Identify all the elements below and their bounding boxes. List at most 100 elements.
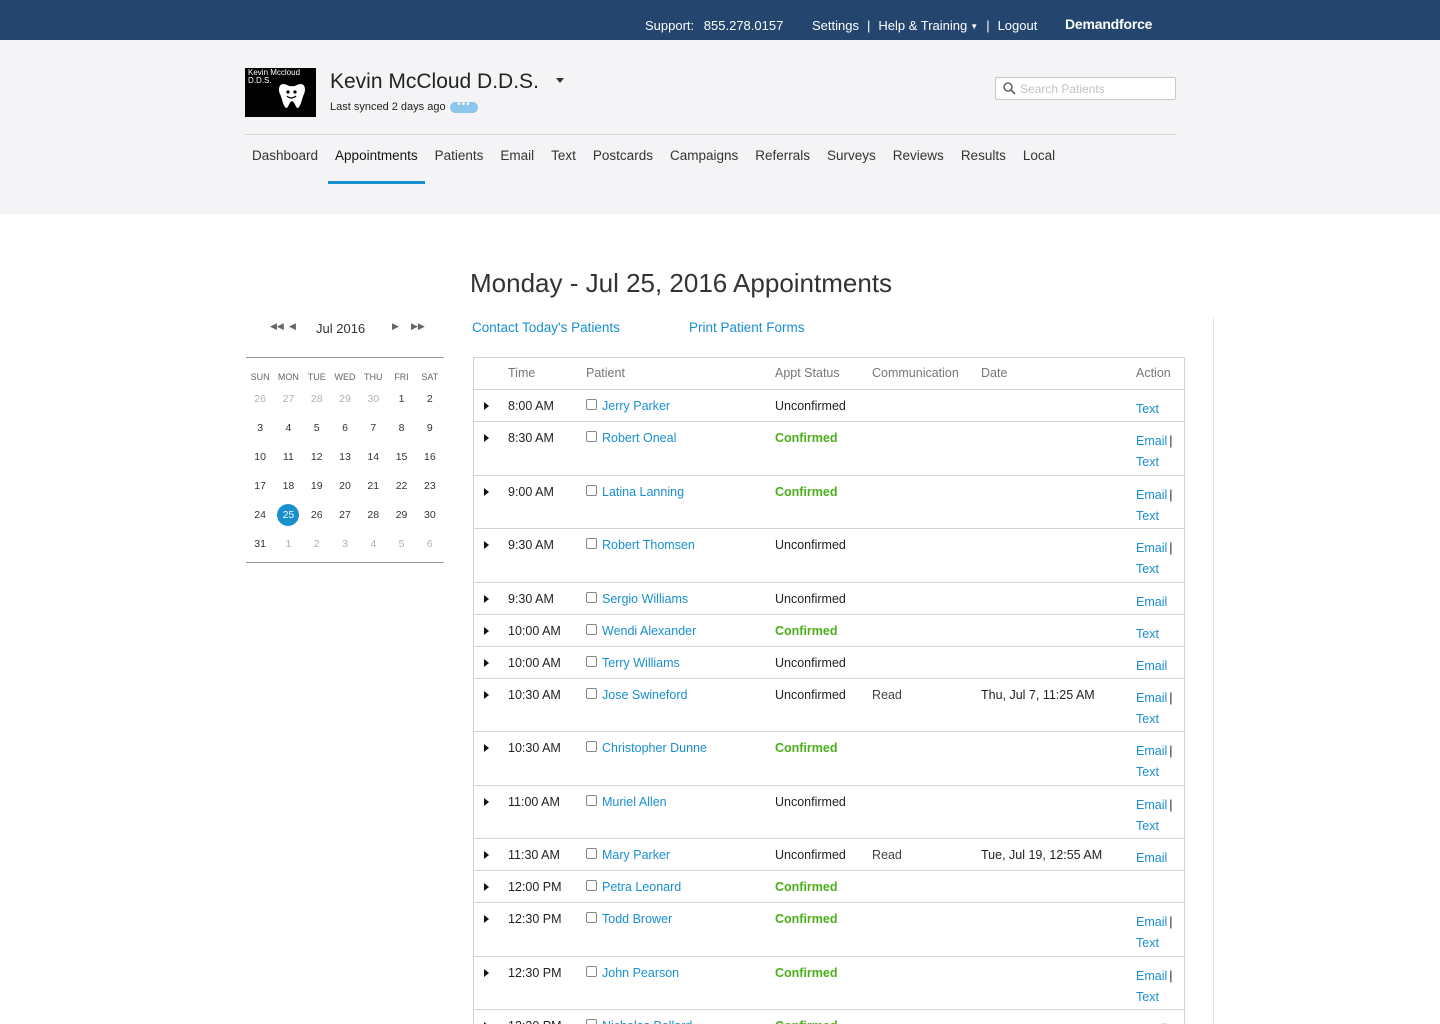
patient-checkbox[interactable] (586, 912, 597, 923)
calendar-day[interactable]: 23 (416, 480, 444, 492)
patient-checkbox[interactable] (586, 484, 597, 496)
text-action-link[interactable]: Text (1136, 455, 1159, 469)
calendar-day-selected[interactable]: 25 (274, 503, 302, 526)
column-header-status[interactable]: Appt Status (775, 366, 840, 380)
patient-name-link[interactable]: Jerry Parker (602, 399, 670, 413)
print-patient-forms-link[interactable]: Print Patient Forms (689, 320, 805, 335)
column-header-date[interactable]: Date (981, 366, 1007, 380)
calendar-day[interactable]: 6 (416, 538, 444, 550)
text-action-link[interactable]: Text (1136, 819, 1159, 833)
practice-name[interactable]: Kevin McCloud D.D.S. (330, 70, 539, 94)
patient-name-link[interactable]: Nicholas Pollard (602, 1019, 692, 1024)
nav-local[interactable]: Local (1016, 148, 1062, 184)
calendar-day[interactable]: 29 (387, 509, 415, 521)
email-action-link[interactable]: Email (1136, 659, 1167, 673)
calendar-day[interactable]: 20 (331, 480, 359, 492)
column-header-time[interactable]: Time (508, 366, 535, 380)
calendar-day[interactable]: 28 (359, 509, 387, 521)
calendar-day[interactable]: 27 (274, 393, 302, 405)
calendar-day[interactable]: 12 (303, 451, 331, 463)
expand-row-icon[interactable] (484, 744, 489, 752)
nav-results[interactable]: Results (954, 148, 1013, 184)
calendar-day[interactable]: 18 (274, 480, 302, 492)
calendar-day[interactable]: 8 (387, 422, 415, 434)
email-action-link[interactable]: Email (1136, 595, 1167, 609)
calendar-day[interactable]: 3 (246, 422, 274, 434)
patient-search[interactable] (995, 77, 1176, 100)
patient-name-link[interactable]: Jose Swineford (602, 688, 687, 702)
expand-row-icon[interactable] (484, 690, 489, 699)
column-header-patient[interactable]: Patient (586, 366, 625, 380)
chevron-down-icon[interactable] (556, 78, 564, 83)
brand-logo[interactable]: Demandforce (1065, 16, 1152, 32)
calendar-day[interactable]: 27 (331, 509, 359, 521)
nav-email[interactable]: Email (493, 148, 541, 184)
text-action-link[interactable]: Text (1136, 509, 1159, 523)
patient-checkbox[interactable] (586, 623, 597, 635)
calendar-day[interactable]: 4 (274, 422, 302, 434)
contact-todays-patients-link[interactable]: Contact Today's Patients (472, 320, 620, 335)
calendar-day[interactable]: 22 (387, 480, 415, 492)
expand-row-icon[interactable] (484, 968, 489, 977)
patient-checkbox[interactable] (586, 687, 597, 699)
text-action-link[interactable]: Text (1136, 712, 1159, 726)
patient-checkbox[interactable] (586, 431, 597, 442)
patient-name-link[interactable]: Robert Oneal (602, 431, 676, 445)
nav-reviews[interactable]: Reviews (886, 148, 951, 184)
text-action-link[interactable]: Text (1136, 627, 1159, 641)
calendar-day[interactable]: 14 (359, 451, 387, 463)
email-action-link[interactable]: Email (1136, 744, 1167, 758)
prev-month-icon[interactable]: ◀ (289, 321, 296, 332)
patient-checkbox[interactable] (586, 399, 597, 410)
patient-name-link[interactable]: Robert Thomsen (602, 538, 695, 552)
expand-row-icon[interactable] (484, 883, 489, 891)
calendar-day[interactable]: 29 (331, 393, 359, 405)
patient-checkbox[interactable] (586, 794, 597, 806)
patient-checkbox[interactable] (586, 655, 597, 667)
patient-name-link[interactable]: John Pearson (602, 966, 679, 980)
expand-row-icon[interactable] (484, 541, 489, 549)
calendar-day[interactable]: 30 (359, 393, 387, 405)
email-action-link[interactable]: Email (1136, 851, 1167, 865)
nav-appointments[interactable]: Appointments (328, 148, 425, 184)
nav-surveys[interactable]: Surveys (820, 148, 883, 184)
patient-name-link[interactable]: Mary Parker (602, 848, 670, 862)
patient-name-link[interactable]: Wendi Alexander (602, 624, 696, 638)
prev-year-icon[interactable]: ◀◀ (270, 321, 284, 332)
patient-name-link[interactable]: Petra Leonard (602, 880, 681, 894)
text-action-link[interactable]: Text (1136, 402, 1159, 416)
calendar-day[interactable]: 15 (387, 451, 415, 463)
text-action-link[interactable]: Text (1136, 936, 1159, 950)
expand-row-icon[interactable] (484, 851, 489, 859)
nav-text[interactable]: Text (544, 148, 583, 184)
patient-name-link[interactable]: Christopher Dunne (602, 741, 707, 755)
nav-campaigns[interactable]: Campaigns (663, 148, 745, 184)
calendar-day[interactable]: 3 (331, 538, 359, 550)
calendar-day[interactable]: 5 (303, 422, 331, 434)
email-action-link[interactable]: Email (1136, 541, 1167, 555)
sync-details-button[interactable]: ••• (450, 100, 478, 113)
patient-checkbox[interactable] (586, 1019, 597, 1024)
calendar-day[interactable]: 19 (303, 480, 331, 492)
nav-patients[interactable]: Patients (428, 148, 491, 184)
expand-row-icon[interactable] (484, 434, 489, 442)
patient-checkbox[interactable] (586, 591, 597, 603)
calendar-day[interactable]: 24 (246, 509, 274, 521)
expand-row-icon[interactable] (484, 658, 489, 667)
nav-postcards[interactable]: Postcards (586, 148, 660, 184)
patient-name-link[interactable]: Latina Lanning (602, 485, 684, 499)
patient-name-link[interactable]: Muriel Allen (602, 795, 667, 809)
expand-row-icon[interactable] (484, 594, 489, 603)
expand-row-icon[interactable] (484, 626, 489, 635)
calendar-day[interactable]: 31 (246, 538, 274, 550)
calendar-day[interactable]: 7 (359, 422, 387, 434)
patient-name-link[interactable]: Sergio Williams (602, 592, 688, 606)
expand-row-icon[interactable] (484, 915, 489, 923)
calendar-day[interactable]: 1 (274, 538, 302, 550)
patient-checkbox[interactable] (586, 741, 597, 752)
calendar-day[interactable]: 26 (303, 509, 331, 521)
logout-link[interactable]: Logout (998, 18, 1038, 33)
calendar-day[interactable]: 30 (416, 509, 444, 521)
calendar-day[interactable]: 28 (303, 393, 331, 405)
nav-referrals[interactable]: Referrals (748, 148, 817, 184)
